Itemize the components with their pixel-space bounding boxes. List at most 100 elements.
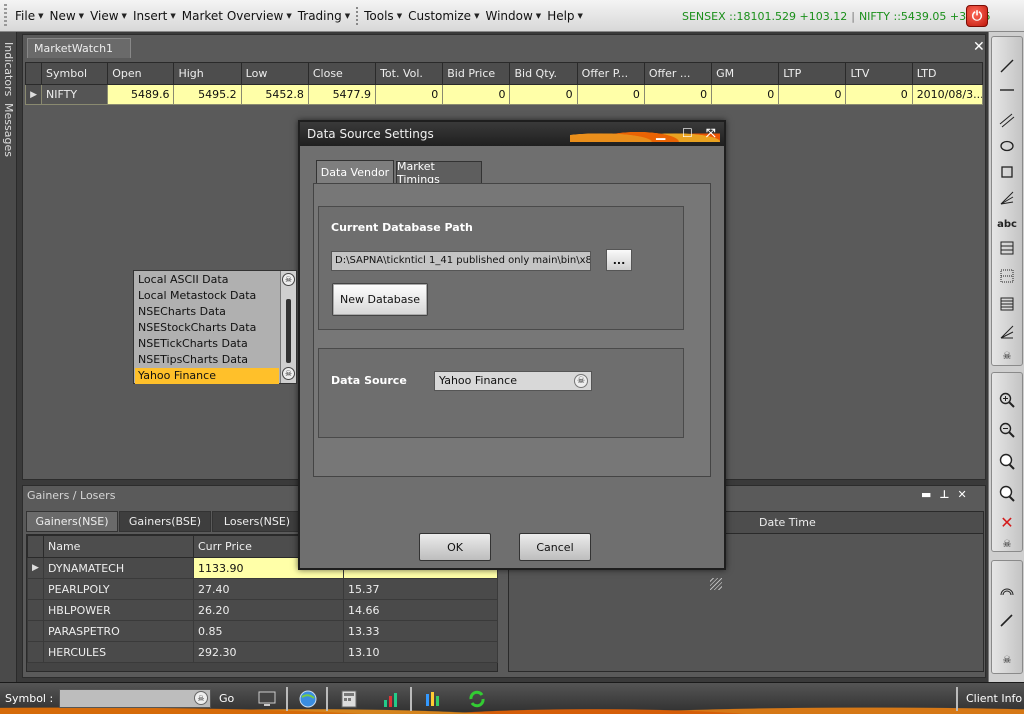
option-nsetipscharts[interactable]: NSETipsCharts Data — [135, 352, 279, 368]
scroll-up-icon[interactable]: ☠ — [282, 273, 295, 286]
menu-file[interactable]: File ▼ — [12, 9, 46, 23]
cell-curr-price[interactable]: 26.20 — [193, 599, 344, 621]
delete-icon[interactable]: ✕ — [992, 511, 1022, 533]
table-row[interactable]: PEARLPOLY 27.40 15.37 — [27, 578, 498, 600]
option-local-metastock[interactable]: Local Metastock Data — [135, 288, 279, 304]
candlestick-chart-icon[interactable] — [422, 688, 444, 710]
cell-ltp[interactable]: 0 — [778, 84, 847, 105]
column-header[interactable]: Open — [107, 62, 175, 85]
cell-bid-qty[interactable]: 0 — [509, 84, 578, 105]
column-header[interactable]: Bid Price — [442, 62, 511, 85]
calculator-icon[interactable] — [338, 688, 360, 710]
column-header[interactable]: GM — [711, 62, 780, 85]
cell-gm[interactable]: 0 — [711, 84, 780, 105]
column-header[interactable]: High — [173, 62, 242, 85]
menu-view[interactable]: View ▼ — [87, 9, 130, 23]
column-header[interactable]: Offer ... — [643, 62, 713, 85]
cell-curr-price[interactable]: 0.85 — [193, 620, 344, 642]
table-row[interactable]: HBLPOWER 26.20 14.66 — [27, 599, 498, 621]
tab-marketwatch1[interactable]: MarketWatch1 — [27, 38, 131, 58]
table-row[interactable]: HERCULES 292.30 13.10 — [27, 641, 498, 663]
rectangle-icon[interactable] — [992, 161, 1022, 183]
arc-icon[interactable] — [992, 579, 1022, 601]
column-header[interactable]: Low — [240, 62, 309, 85]
cell-tot-vol[interactable]: 0 — [375, 84, 444, 105]
cell-curr-price[interactable]: 27.40 — [193, 578, 344, 600]
menu-insert[interactable]: Insert ▼ — [130, 9, 179, 23]
cell-change[interactable]: 13.33 — [343, 620, 498, 642]
zoom-in-icon[interactable] — [992, 389, 1022, 411]
cell-name[interactable]: PEARLPOLY — [43, 578, 194, 600]
tab-gainers-bse[interactable]: Gainers(BSE) — [119, 511, 211, 532]
symbol-input[interactable] — [59, 689, 211, 708]
menu-help[interactable]: Help ▼ — [544, 9, 586, 23]
option-local-ascii[interactable]: Local ASCII Data — [135, 272, 279, 288]
menu-trading[interactable]: Trading ▼ — [295, 9, 353, 23]
cell-low[interactable]: 5452.8 — [240, 84, 309, 105]
go-button[interactable]: Go — [219, 692, 234, 705]
ellipse-icon[interactable] — [992, 135, 1022, 157]
column-header[interactable]: Close — [307, 62, 377, 85]
tab-data-vendor[interactable]: Data Vendor — [316, 160, 394, 184]
option-nsecharts[interactable]: NSECharts Data — [135, 304, 279, 320]
column-header[interactable]: Symbol — [41, 62, 109, 85]
cell-bid-price[interactable]: 0 — [442, 84, 511, 105]
option-nsestockcharts[interactable]: NSEStockCharts Data — [135, 320, 279, 336]
gann-fan-icon[interactable] — [992, 321, 1022, 343]
zoom-fit-icon[interactable] — [992, 451, 1022, 473]
table-row[interactable]: ▶ NIFTY 5489.6 5495.2 5452.8 5477.9 0 0 … — [24, 84, 984, 105]
dropdown-arrow-icon[interactable]: ☠ — [194, 691, 208, 705]
column-header[interactable]: Name — [43, 535, 194, 558]
column-header[interactable]: Offer P... — [576, 62, 645, 85]
cell-name[interactable]: HBLPOWER — [43, 599, 194, 621]
column-header[interactable]: LTP — [778, 62, 847, 85]
retracement-icon[interactable] — [992, 293, 1022, 315]
tab-market-timings[interactable]: Market Timings — [396, 160, 482, 186]
minimize-icon[interactable]: ▁ — [656, 126, 665, 140]
cell-name[interactable]: HERCULES — [43, 641, 194, 663]
cell-ltd[interactable]: 2010/08/3... — [911, 84, 984, 105]
scroll-thumb[interactable] — [286, 299, 291, 363]
pencil-icon[interactable] — [992, 609, 1022, 631]
pin-icon[interactable]: ⊥ — [939, 488, 949, 501]
dropdown-scrollbar[interactable]: ☠ ☠ — [280, 271, 296, 383]
close-icon[interactable]: ✕ — [973, 39, 985, 55]
cell-open[interactable]: 5489.6 — [107, 84, 175, 105]
tab-gainers-nse[interactable]: Gainers(NSE) — [26, 511, 118, 532]
column-header[interactable]: Bid Qty. — [509, 62, 578, 85]
text-tool-icon[interactable]: abc — [992, 213, 1022, 235]
power-button[interactable]: ⏻ — [966, 5, 988, 27]
column-header[interactable]: LTV — [845, 62, 913, 85]
grid-lines-icon[interactable] — [992, 265, 1022, 287]
ok-button[interactable]: OK — [419, 533, 491, 561]
cell-high[interactable]: 5495.2 — [173, 84, 242, 105]
scroll-down-icon[interactable]: ☠ — [282, 367, 295, 380]
horizontal-line-icon[interactable] — [992, 79, 1022, 101]
trendline-icon[interactable] — [992, 55, 1022, 77]
client-info[interactable]: Client Info — [966, 692, 1022, 705]
channel-icon[interactable] — [992, 109, 1022, 131]
cell-offer-price[interactable]: 0 — [576, 84, 645, 105]
dialog-titlebar[interactable]: Data Source Settings ▁ ☐ ⤧ — [300, 122, 724, 146]
data-source-select[interactable]: Yahoo Finance ☠ — [434, 371, 592, 391]
menu-tools[interactable]: Tools ▼ — [361, 9, 405, 23]
cell-ltv[interactable]: 0 — [845, 84, 913, 105]
tab-indicators[interactable]: Indicators — [0, 38, 17, 100]
new-database-button[interactable]: New Database — [332, 283, 428, 316]
cell-change[interactable]: 15.37 — [343, 578, 498, 600]
zoom-out-icon[interactable] — [992, 419, 1022, 441]
close-icon[interactable]: ✕ — [957, 488, 966, 501]
fibonacci-icon[interactable] — [992, 237, 1022, 259]
tab-messages[interactable]: Messages — [0, 102, 17, 158]
fan-icon[interactable] — [992, 187, 1022, 209]
column-header[interactable]: Tot. Vol. — [375, 62, 444, 85]
minimize-icon[interactable]: ▬ — [921, 488, 931, 501]
dropdown-arrow-icon[interactable]: ☠ — [574, 374, 588, 388]
monitor-icon[interactable] — [256, 688, 278, 710]
menu-customize[interactable]: Customize ▼ — [405, 9, 482, 23]
cell-change[interactable]: 14.66 — [343, 599, 498, 621]
menu-window[interactable]: Window ▼ — [482, 9, 544, 23]
option-yahoo-finance[interactable]: Yahoo Finance — [135, 368, 279, 384]
cell-offer-qty[interactable]: 0 — [643, 84, 713, 105]
cell-close[interactable]: 5477.9 — [307, 84, 377, 105]
